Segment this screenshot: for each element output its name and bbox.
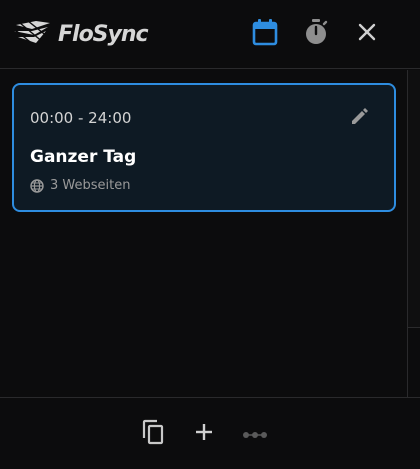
app-window: FloSync 00:00 - 24:00 Ganzer Tag 3 Webse… (0, 0, 420, 469)
close-button[interactable] (352, 18, 382, 50)
schedule-card[interactable]: 00:00 - 24:00 Ganzer Tag 3 Webseiten (12, 83, 396, 212)
scrollbar-thumb[interactable] (408, 70, 420, 328)
calendar-icon (252, 18, 278, 50)
edit-button[interactable] (348, 106, 372, 130)
header-bar: FloSync (0, 0, 420, 69)
calendar-view-button[interactable] (250, 18, 280, 50)
timer-view-button[interactable] (301, 18, 331, 50)
more-options-button[interactable] (241, 418, 269, 450)
logo: FloSync (14, 20, 149, 50)
globe-icon (30, 178, 44, 193)
pencil-icon (350, 106, 370, 130)
site-count: 3 Webseiten (30, 178, 130, 193)
footer-toolbar (0, 397, 420, 469)
logo-icon (14, 21, 54, 49)
time-range: 00:00 - 24:00 (30, 109, 132, 127)
add-icon (194, 422, 214, 446)
more-dots-icon (242, 425, 268, 444)
copy-icon (141, 419, 165, 449)
copy-button[interactable] (139, 418, 167, 450)
add-button[interactable] (190, 418, 218, 450)
schedule-title: Ganzer Tag (30, 147, 137, 167)
close-icon (357, 22, 377, 46)
site-count-label: 3 Webseiten (50, 178, 131, 193)
app-name: FloSync (58, 22, 149, 47)
timer-icon (303, 18, 329, 50)
